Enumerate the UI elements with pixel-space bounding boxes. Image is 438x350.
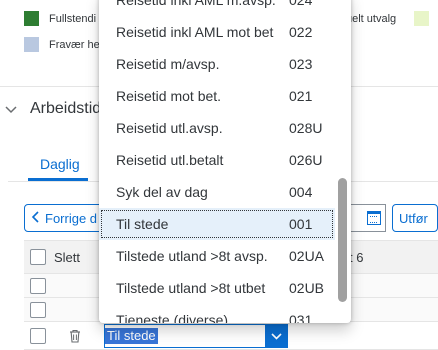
dropdown-option[interactable]: Reisetid mot bet. 021 (99, 80, 335, 112)
dropdown-option-code: 001 (289, 216, 313, 232)
dropdown-option-label: Reisetid mot bet. (116, 88, 222, 104)
column-header-6: t 6 (349, 250, 364, 265)
dropdown-option-code: 023 (289, 56, 313, 72)
dropdown-option[interactable]: Reisetid inkl AML mot bet 022 (99, 16, 335, 48)
chevron-left-icon (31, 210, 39, 226)
legend-swatch-lightgreen (414, 11, 430, 26)
dropdown-option[interactable]: Reisetid utl.betalt 026U (99, 144, 335, 176)
dropdown-option-code: 031 (289, 312, 313, 323)
dropdown-option-label: Reisetid inkl AML m.avsp. (116, 0, 276, 8)
absence-type-dropdown-list[interactable]: Reisetid inkl AML m.avsp. 024 Reisetid ink… (99, 0, 351, 323)
legend-label-fravaer: Fravær he (49, 38, 100, 51)
dropdown-option-code: 022 (289, 24, 313, 40)
utfor-button[interactable]: Utfør (392, 204, 438, 232)
dropdown-option-label: Reisetid inkl AML mot bet (116, 24, 274, 40)
dropdown-option[interactable]: Syk del av dag 004 (99, 176, 335, 208)
row-checkbox[interactable] (30, 302, 46, 318)
dropdown-option[interactable]: Tilstede utland >8t utbet 02UB (99, 272, 335, 304)
section-title: Arbeidstids (30, 100, 110, 117)
dropdown-scrollbar[interactable] (338, 178, 347, 302)
dropdown-option[interactable]: Reisetid utl.avsp. 028U (99, 112, 335, 144)
combobox-dropdown-button[interactable] (265, 325, 287, 347)
previous-day-label: Forrige d (45, 210, 98, 226)
dropdown-option-label: Tilstede utland >8t utbet (116, 280, 266, 296)
section-header-arbeidstid[interactable]: Arbeidstids (0, 100, 109, 118)
combobox-value[interactable]: Til stede (105, 328, 158, 344)
absence-type-combobox[interactable]: Til stede (104, 324, 288, 348)
trash-icon[interactable] (69, 329, 81, 348)
dropdown-option-label: Reisetid utl.avsp. (116, 120, 223, 136)
chevron-down-icon (270, 332, 282, 340)
dropdown-option-label: Tjeneste (diverse) (116, 312, 229, 323)
legend-swatch-blue (24, 37, 39, 52)
dropdown-option-code: 028U (289, 120, 323, 136)
calendar-icon[interactable] (367, 211, 381, 225)
dropdown-option[interactable]: Tilstede utland >8t avsp. 02UA (99, 240, 335, 272)
dropdown-option-label: Reisetid utl.betalt (116, 152, 224, 168)
legend-item-fullstendig: Fullstendi (24, 11, 96, 26)
dropdown-option-code: 02UA (289, 248, 325, 264)
dropdown-option-label: Syk del av dag (116, 184, 208, 200)
chevron-down-icon[interactable] (2, 101, 20, 117)
dropdown-option-code: 024 (289, 0, 313, 8)
dropdown-option-label: Reisetid m/avsp. (116, 56, 220, 72)
row-checkbox[interactable] (30, 328, 46, 344)
dropdown-option-label: Tilstede utland >8t avsp. (116, 248, 268, 264)
select-all-checkbox[interactable] (30, 249, 46, 265)
legend-swatch-green (24, 11, 39, 26)
legend-label-fullstendig: Fullstendi (49, 12, 97, 25)
dropdown-option-label: Til stede (116, 216, 169, 232)
dropdown-option-code: 021 (289, 88, 313, 104)
row-checkbox[interactable] (30, 278, 46, 294)
dropdown-option[interactable]: Tjeneste (diverse) 031 (99, 304, 335, 323)
dropdown-option-code: 02UB (289, 280, 325, 296)
legend-item-fravaer: Fravær he (24, 37, 100, 52)
column-header-slett: Slett (54, 250, 81, 265)
legend-item-utvalg: uelt utvalg (346, 11, 430, 26)
dropdown-option-code: 026U (289, 152, 323, 168)
legend-label-utvalg: uelt utvalg (346, 12, 397, 25)
tab-daglig[interactable]: Daglig (40, 156, 80, 172)
dropdown-option[interactable]: Reisetid inkl AML m.avsp. 024 (99, 0, 335, 16)
dropdown-option-code: 004 (289, 184, 313, 200)
dropdown-option[interactable]: Reisetid m/avsp. 023 (99, 48, 335, 80)
dropdown-option[interactable]: Til stede 001 (99, 208, 335, 240)
